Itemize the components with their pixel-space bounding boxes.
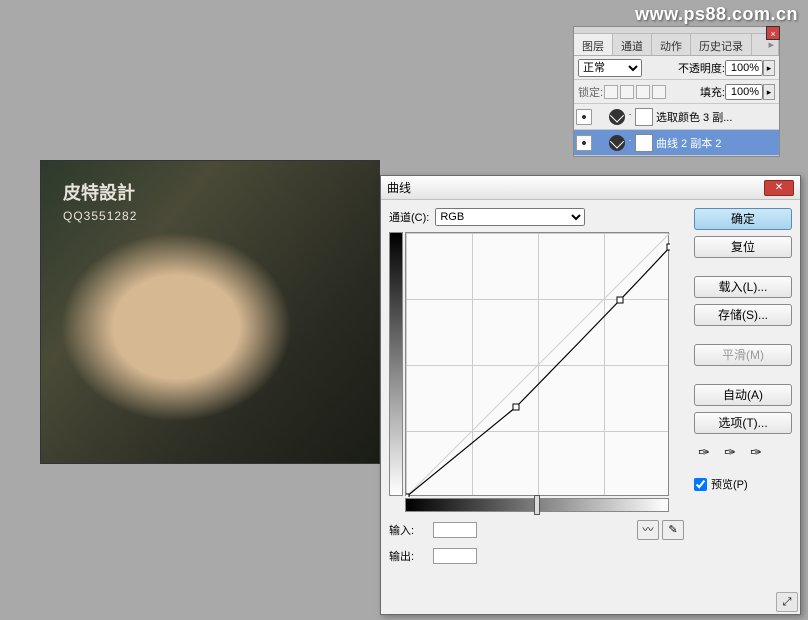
visibility-eye-icon[interactable] — [576, 135, 592, 151]
blend-mode-select[interactable]: 正常 — [578, 59, 642, 77]
opacity-label: 不透明度: — [678, 60, 725, 76]
reset-button[interactable]: 复位 — [694, 236, 792, 258]
canvas-image: 皮特設計 QQ3551282 — [40, 160, 380, 464]
link-icon: · — [627, 135, 633, 151]
panel-grip[interactable] — [574, 27, 779, 34]
smooth-button: 平滑(M) — [694, 344, 792, 366]
resize-toggle-icon[interactable]: ⤢ — [776, 592, 798, 612]
layer-row[interactable]: · 选取颜色 3 副... — [574, 104, 779, 130]
gradient-slider[interactable] — [534, 495, 540, 515]
tab-history[interactable]: 历史记录 — [691, 34, 752, 55]
eyedropper-white-icon[interactable]: ✑ — [746, 444, 766, 464]
channel-label: 通道(C): — [389, 209, 429, 225]
tab-channels[interactable]: 通道 — [613, 34, 652, 55]
layers-panel: × 图层 通道 动作 历史记录 ▸ 正常 不透明度: ▸ 锁定: 填充: ▸ ·… — [573, 26, 780, 157]
tab-actions[interactable]: 动作 — [652, 34, 691, 55]
output-label: 输出: — [389, 548, 429, 564]
layer-name[interactable]: 选取颜色 3 副... — [656, 109, 732, 125]
save-button[interactable]: 存储(S)... — [694, 304, 792, 326]
layer-row[interactable]: · 曲线 2 副本 2 — [574, 130, 779, 156]
tab-layers[interactable]: 图层 — [574, 34, 613, 55]
adjustment-icon — [609, 135, 625, 151]
panel-tabs: 图层 通道 动作 历史记录 ▸ — [574, 34, 779, 56]
lock-brush-icon[interactable] — [620, 85, 634, 99]
fill-stepper[interactable]: ▸ — [763, 84, 775, 100]
watermark-text: www.ps88.com.cn — [635, 4, 798, 25]
link-icon: · — [627, 109, 633, 125]
curves-graph[interactable] — [405, 232, 669, 496]
lock-label: 锁定: — [578, 84, 603, 100]
visibility-eye-icon[interactable] — [576, 109, 592, 125]
eyedropper-black-icon[interactable]: ✑ — [694, 444, 714, 464]
image-sub-text: QQ3551282 — [63, 209, 137, 223]
pencil-tool-icon[interactable]: ✎ — [662, 520, 684, 540]
opacity-stepper[interactable]: ▸ — [763, 60, 775, 76]
preview-label: 预览(P) — [711, 476, 748, 492]
eyedropper-gray-icon[interactable]: ✑ — [720, 444, 740, 464]
input-label: 输入: — [389, 522, 429, 538]
dialog-titlebar[interactable]: 曲线 ✕ — [381, 176, 800, 200]
vertical-gradient — [389, 232, 403, 496]
channel-select[interactable]: RGB — [435, 208, 585, 226]
layer-mask-thumb[interactable] — [635, 134, 653, 152]
load-button[interactable]: 载入(L)... — [694, 276, 792, 298]
opacity-input[interactable] — [725, 60, 763, 76]
auto-button[interactable]: 自动(A) — [694, 384, 792, 406]
output-value-field[interactable] — [433, 548, 477, 564]
lock-transparency-icon[interactable] — [604, 85, 618, 99]
fill-input[interactable] — [725, 84, 763, 100]
fill-label: 填充: — [700, 84, 725, 100]
input-value-field[interactable] — [433, 522, 477, 538]
options-button[interactable]: 选项(T)... — [694, 412, 792, 434]
curve-tool-icon[interactable]: 〰 — [637, 520, 659, 540]
panel-close-icon[interactable]: × — [766, 26, 780, 40]
dialog-title: 曲线 — [387, 179, 411, 196]
curve-line[interactable] — [406, 233, 670, 497]
curves-dialog: 曲线 ✕ 通道(C): RGB — [380, 175, 801, 615]
preview-checkbox[interactable] — [694, 478, 707, 491]
layer-name[interactable]: 曲线 2 副本 2 — [656, 135, 721, 151]
ok-button[interactable]: 确定 — [694, 208, 792, 230]
close-icon[interactable]: ✕ — [764, 180, 794, 196]
lock-all-icon[interactable] — [652, 85, 666, 99]
image-brand-text: 皮特設計 — [63, 179, 135, 205]
layer-mask-thumb[interactable] — [635, 108, 653, 126]
adjustment-icon — [609, 109, 625, 125]
lock-move-icon[interactable] — [636, 85, 650, 99]
horizontal-gradient[interactable] — [405, 498, 669, 512]
